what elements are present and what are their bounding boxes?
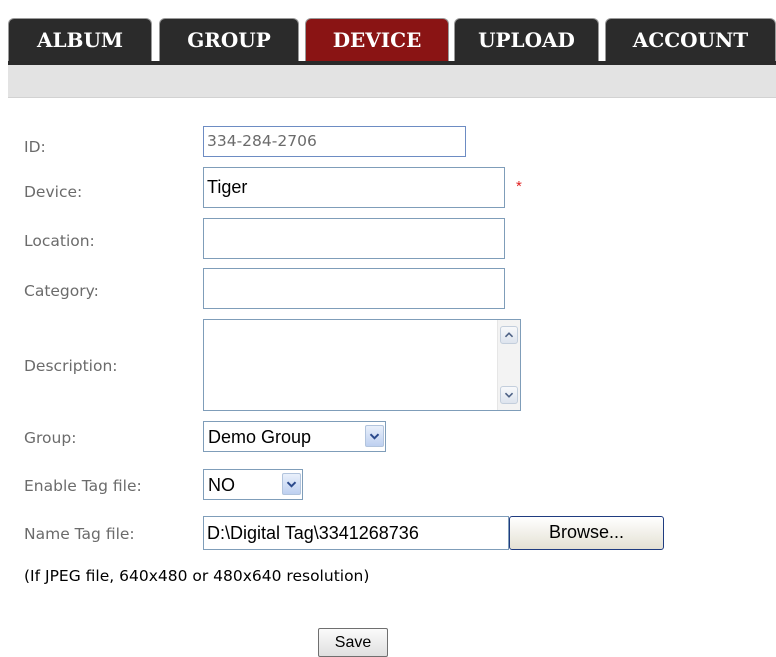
chevron-down-icon (369, 433, 380, 440)
description-scrollbar[interactable] (497, 320, 520, 410)
tab-album[interactable]: ALBUM (8, 18, 152, 61)
required-asterisk: * (516, 178, 522, 195)
group-dropdown-button[interactable] (365, 425, 384, 447)
scroll-up-button[interactable] (500, 326, 518, 344)
device-label: Device: (24, 183, 83, 201)
tab-group[interactable]: GROUP (159, 18, 299, 61)
resolution-note: (If JPEG file, 640x480 or 480x640 resolu… (24, 567, 370, 585)
sub-nav-bar (8, 65, 776, 98)
category-input[interactable] (203, 268, 505, 309)
tab-device[interactable]: DEVICE (305, 18, 449, 61)
chevron-up-icon (504, 332, 514, 338)
enable-tag-label: Enable Tag file: (24, 477, 142, 495)
group-select-value: Demo Group (208, 427, 312, 447)
id-label: ID: (24, 138, 46, 156)
group-label: Group: (24, 429, 77, 447)
browse-button[interactable]: Browse... (509, 516, 664, 550)
tab-account[interactable]: ACCOUNT (605, 18, 776, 61)
description-textarea[interactable] (203, 319, 521, 411)
enable-tag-select[interactable]: NO (203, 469, 303, 500)
chevron-down-icon (286, 481, 297, 488)
location-input[interactable] (203, 218, 505, 259)
device-name-input[interactable]: Tiger (203, 167, 505, 208)
tab-upload[interactable]: UPLOAD (454, 18, 599, 61)
save-button[interactable]: Save (318, 628, 388, 657)
id-field: 334-284-2706 (203, 126, 466, 157)
main-nav: ALBUM GROUP DEVICE UPLOAD ACCOUNT (8, 8, 776, 65)
location-label: Location: (24, 232, 95, 250)
enable-tag-dropdown-button[interactable] (282, 473, 301, 495)
group-select[interactable]: Demo Group (203, 421, 386, 452)
enable-tag-select-value: NO (208, 475, 235, 495)
description-label: Description: (24, 357, 118, 375)
name-tag-file-input[interactable]: D:\Digital Tag\3341268736 (203, 516, 509, 550)
scroll-down-button[interactable] (500, 386, 518, 404)
chevron-down-icon (504, 392, 514, 398)
category-label: Category: (24, 282, 99, 300)
name-tag-label: Name Tag file: (24, 525, 135, 543)
